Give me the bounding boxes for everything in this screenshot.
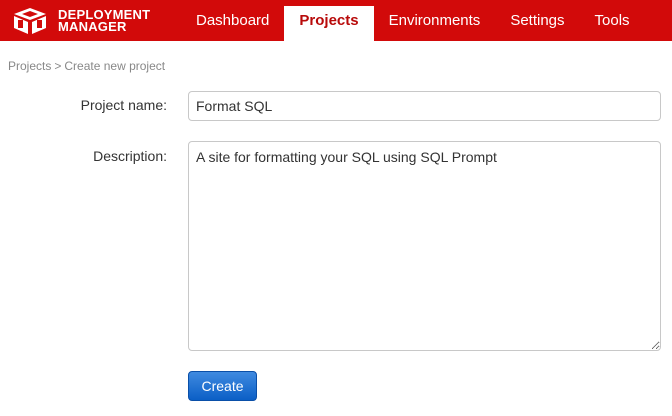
nav-dashboard[interactable]: Dashboard	[181, 0, 284, 41]
nav-projects[interactable]: Projects	[284, 6, 374, 41]
logo-line-2: MANAGER	[58, 19, 127, 34]
create-button[interactable]: Create	[188, 371, 257, 401]
top-navbar: DEPLOYMENT MANAGER Dashboard Projects En…	[0, 0, 672, 41]
breadcrumb-projects-link[interactable]: Projects	[8, 59, 51, 73]
red-gate-box-logo-icon	[14, 8, 46, 34]
nav-tools[interactable]: Tools	[580, 0, 645, 41]
breadcrumb: Projects > Create new project	[8, 59, 165, 73]
project-name-input[interactable]	[188, 91, 661, 121]
logo-text: DEPLOYMENT MANAGER	[58, 8, 150, 34]
description-textarea[interactable]: A site for formatting your SQL using SQL…	[188, 141, 661, 351]
project-name-label: Project name:	[80, 97, 167, 113]
description-label: Description:	[93, 148, 167, 164]
nav-settings[interactable]: Settings	[495, 0, 579, 41]
nav-environments[interactable]: Environments	[374, 0, 496, 41]
breadcrumb-current: Create new project	[64, 59, 166, 73]
main-nav: Dashboard Projects Environments Settings…	[181, 0, 645, 41]
app-logo[interactable]: DEPLOYMENT MANAGER	[10, 6, 150, 36]
breadcrumb-separator: >	[54, 59, 62, 73]
